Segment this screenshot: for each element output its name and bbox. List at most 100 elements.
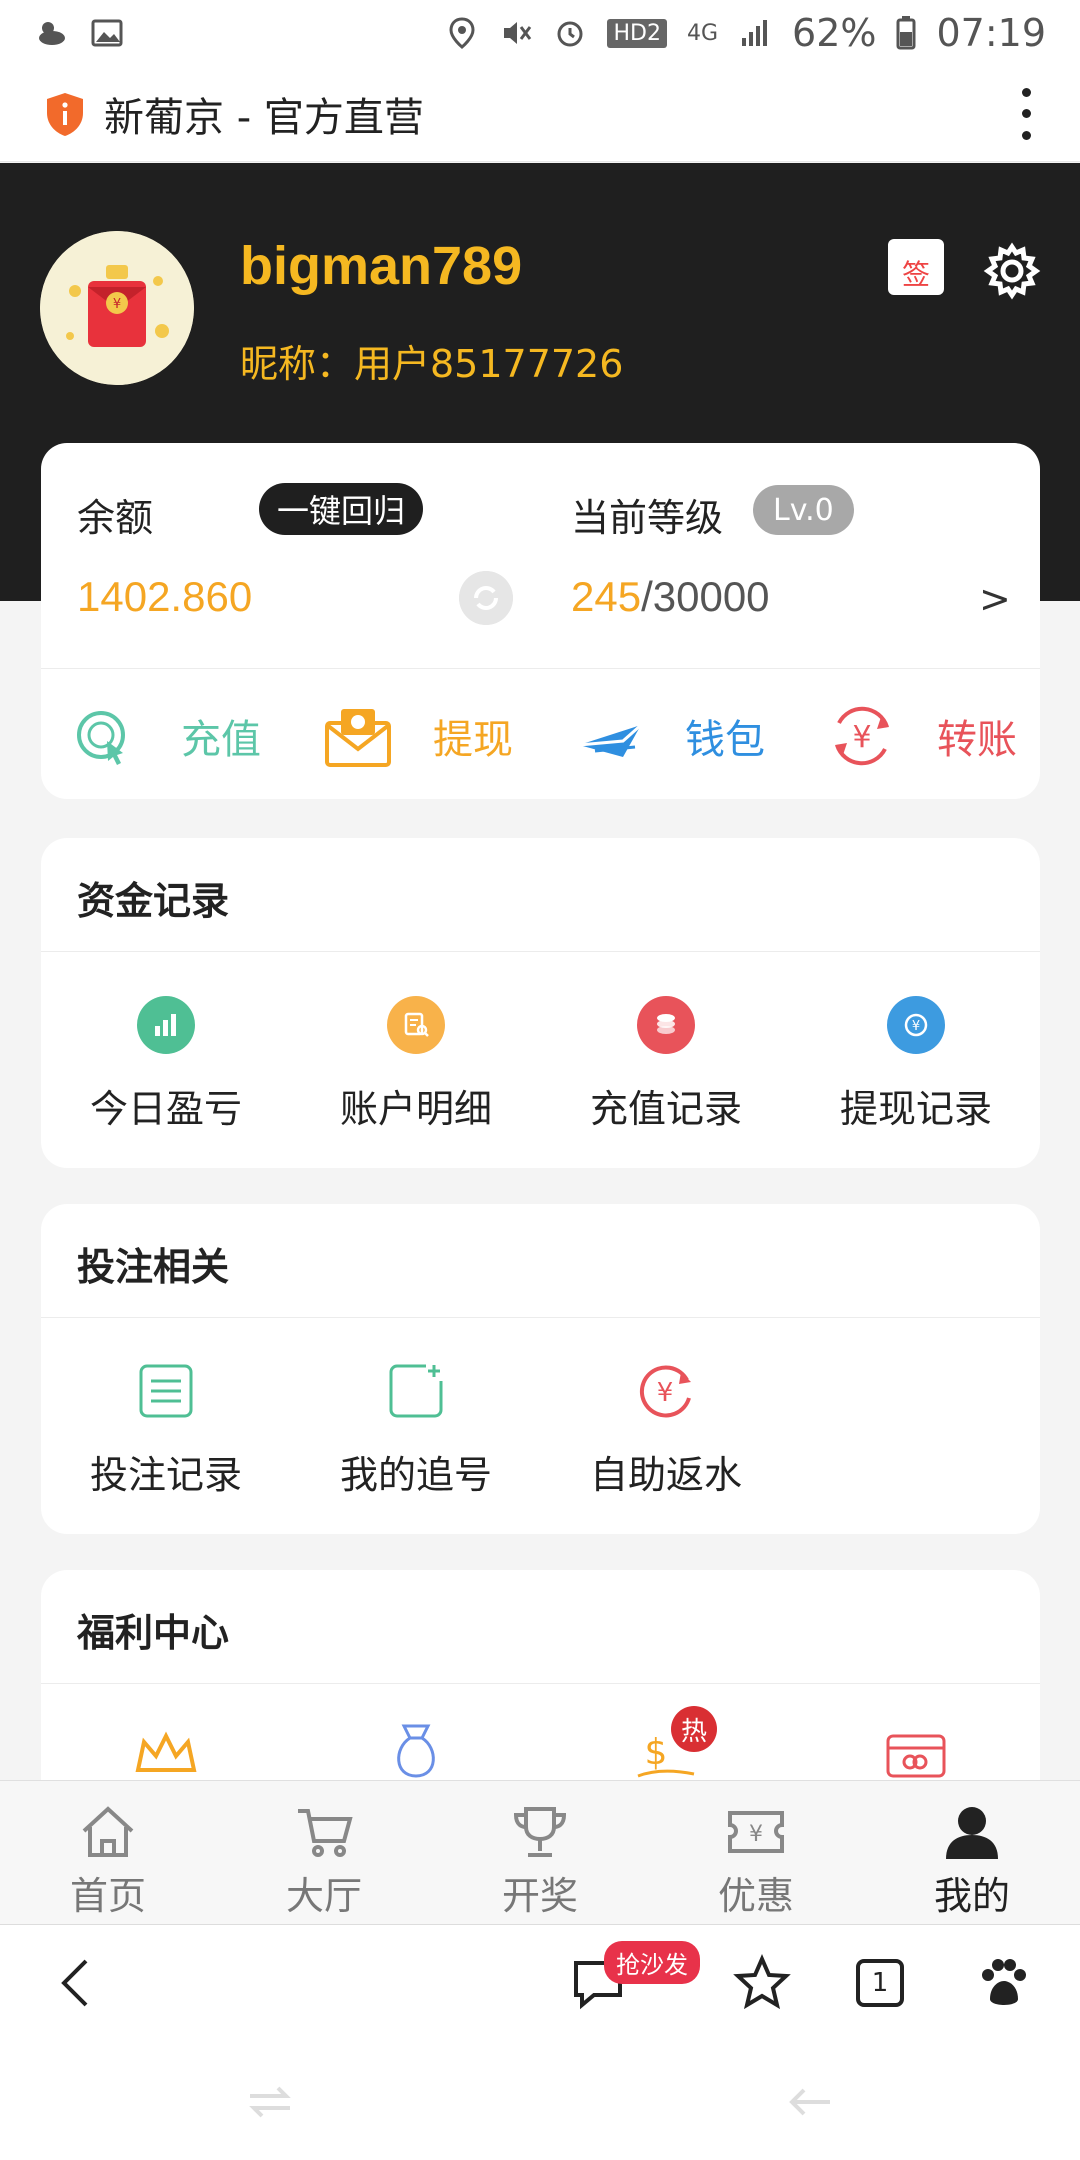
section-title: 福利中心 xyxy=(77,1611,230,1655)
refresh-icon[interactable] xyxy=(459,571,513,625)
trophy-icon xyxy=(513,1807,567,1857)
self-rebate-item[interactable]: ¥ 自助返水 xyxy=(566,1362,766,1499)
svg-text:¥: ¥ xyxy=(852,720,871,755)
withdraw-button[interactable]: 提现 xyxy=(323,701,513,771)
browser-toolbar: 抢沙发 1 xyxy=(0,1924,1080,2036)
avatar[interactable]: ¥ xyxy=(40,231,194,385)
level-badge: Lv.0 xyxy=(753,485,854,535)
more-menu-icon[interactable] xyxy=(1016,87,1036,140)
level-current: 245 xyxy=(571,573,642,620)
bottom-tab-bar: 首页 大厅 开奖 ¥ 优惠 我的 xyxy=(0,1780,1080,1924)
level-label: 当前等级 xyxy=(571,496,724,540)
tab-label: 开奖 xyxy=(501,1874,578,1918)
divider xyxy=(41,668,1040,669)
gallery-icon xyxy=(91,19,123,47)
wallet-button[interactable]: 钱包 xyxy=(575,701,765,771)
list-icon xyxy=(137,1362,195,1420)
network-label: 4G xyxy=(686,20,719,46)
sign-label: 签 xyxy=(901,258,930,291)
tab-label: 首页 xyxy=(69,1874,146,1918)
page-title: 新葡京 - 官方直营 xyxy=(104,94,424,141)
item-label: 今日盈亏 xyxy=(89,1087,242,1131)
red-envelope-avatar-icon: ¥ xyxy=(40,231,194,385)
nav-back-icon[interactable] xyxy=(786,2082,834,2122)
recall-funds-button[interactable]: 一键回归 xyxy=(259,483,424,535)
balance-value: 1402.860 xyxy=(77,573,253,620)
today-profit-item[interactable]: 今日盈亏 xyxy=(66,996,266,1133)
vip-card-icon[interactable] xyxy=(884,1730,948,1780)
browser-title-bar: 新葡京 - 官方直营 xyxy=(0,66,1080,162)
balance-card: 余额 一键回归 当前等级 Lv.0 1402.860 245/30000 > 充… xyxy=(41,443,1040,799)
hd-badge: HD2 xyxy=(607,18,667,48)
battery-percent: 62% xyxy=(792,11,877,55)
cart-icon xyxy=(298,1809,353,1857)
transfer-yen-icon: ¥ xyxy=(835,706,889,766)
transfer-button[interactable]: ¥ 转账 xyxy=(827,701,1017,771)
back-icon[interactable] xyxy=(48,1953,108,2013)
recharge-label: 充值 xyxy=(181,717,261,763)
account-detail-item[interactable]: 账户明细 xyxy=(316,996,516,1133)
svg-text:¥: ¥ xyxy=(657,1378,674,1408)
item-label: 充值记录 xyxy=(589,1087,742,1131)
item-label: 我的追号 xyxy=(339,1453,492,1497)
item-label: 投注记录 xyxy=(89,1453,242,1497)
tab-promotions[interactable]: ¥ 优惠 xyxy=(666,1803,846,1920)
clock: 07:19 xyxy=(936,11,1046,55)
recharge-button[interactable]: 充值 xyxy=(71,701,261,771)
section-title: 投注相关 xyxy=(77,1245,230,1289)
coupon-icon: ¥ xyxy=(728,1811,784,1853)
tab-label: 我的 xyxy=(933,1874,1010,1918)
mute-icon xyxy=(504,22,532,44)
item-label: 自助返水 xyxy=(589,1453,742,1497)
system-nav-bar xyxy=(0,2036,1080,2160)
star-icon[interactable] xyxy=(732,1953,792,2013)
yen-circle-icon: ¥ xyxy=(887,996,945,1054)
money-bag-icon[interactable] xyxy=(384,1720,448,1780)
bet-records-item[interactable]: 投注记录 xyxy=(66,1362,266,1499)
tab-mine[interactable]: 我的 xyxy=(882,1803,1062,1920)
level-detail-arrow[interactable]: > xyxy=(979,577,1011,621)
transfer-label: 转账 xyxy=(937,717,1017,763)
tab-lottery-results[interactable]: 开奖 xyxy=(450,1803,630,1920)
shield-icon xyxy=(47,92,83,136)
svg-text:$: $ xyxy=(645,1732,668,1773)
hot-badge: 热 xyxy=(671,1706,717,1752)
withdraw-records-item[interactable]: ¥ 提现记录 xyxy=(816,996,1016,1133)
recharge-records-item[interactable]: 充值记录 xyxy=(566,996,766,1133)
svg-text:¥: ¥ xyxy=(113,297,121,312)
my-follow-item[interactable]: 我的追号 xyxy=(316,1362,516,1499)
signal-icon xyxy=(742,20,768,46)
username: bigman789 xyxy=(240,236,523,296)
alarm-icon xyxy=(557,21,583,47)
coins-icon xyxy=(637,996,695,1054)
battery-icon xyxy=(896,16,916,50)
document-search-icon xyxy=(387,996,445,1054)
recent-apps-icon[interactable] xyxy=(246,2082,294,2122)
gear-icon[interactable] xyxy=(982,241,1042,301)
tab-label: 优惠 xyxy=(717,1874,794,1918)
weather-icon xyxy=(39,22,65,45)
nickname: 昵称：用户85177726 xyxy=(240,342,624,386)
item-label: 提现记录 xyxy=(839,1087,992,1131)
tabs-counter-button[interactable]: 1 xyxy=(856,1959,904,2007)
location-icon xyxy=(449,17,475,49)
level-progress: 245/30000 xyxy=(571,573,770,621)
divider xyxy=(41,1683,1040,1684)
status-bar: HD2 4G 62% 07:19 xyxy=(0,0,1080,66)
crown-icon[interactable] xyxy=(134,1730,198,1780)
user-icon xyxy=(946,1807,998,1859)
divider xyxy=(41,951,1040,952)
bar-chart-icon xyxy=(137,996,195,1054)
svg-text:¥: ¥ xyxy=(749,1822,763,1847)
tab-lobby[interactable]: 大厅 xyxy=(234,1803,414,1920)
betting-card: 投注相关 投注记录 我的追号 ¥ 自助返水 xyxy=(41,1204,1040,1534)
tab-home[interactable]: 首页 xyxy=(18,1803,198,1920)
section-title: 资金记录 xyxy=(77,879,230,923)
level-total: /30000 xyxy=(641,573,770,620)
fund-records-card: 资金记录 今日盈亏 账户明细 充值记录 ¥ 提现记录 xyxy=(41,838,1040,1168)
paw-icon[interactable] xyxy=(974,1953,1034,2013)
divider xyxy=(41,1317,1040,1318)
balance-label: 余额 xyxy=(77,496,154,540)
svg-text:¥: ¥ xyxy=(912,1019,920,1034)
sign-in-calendar-button[interactable]: 签 xyxy=(888,239,944,295)
